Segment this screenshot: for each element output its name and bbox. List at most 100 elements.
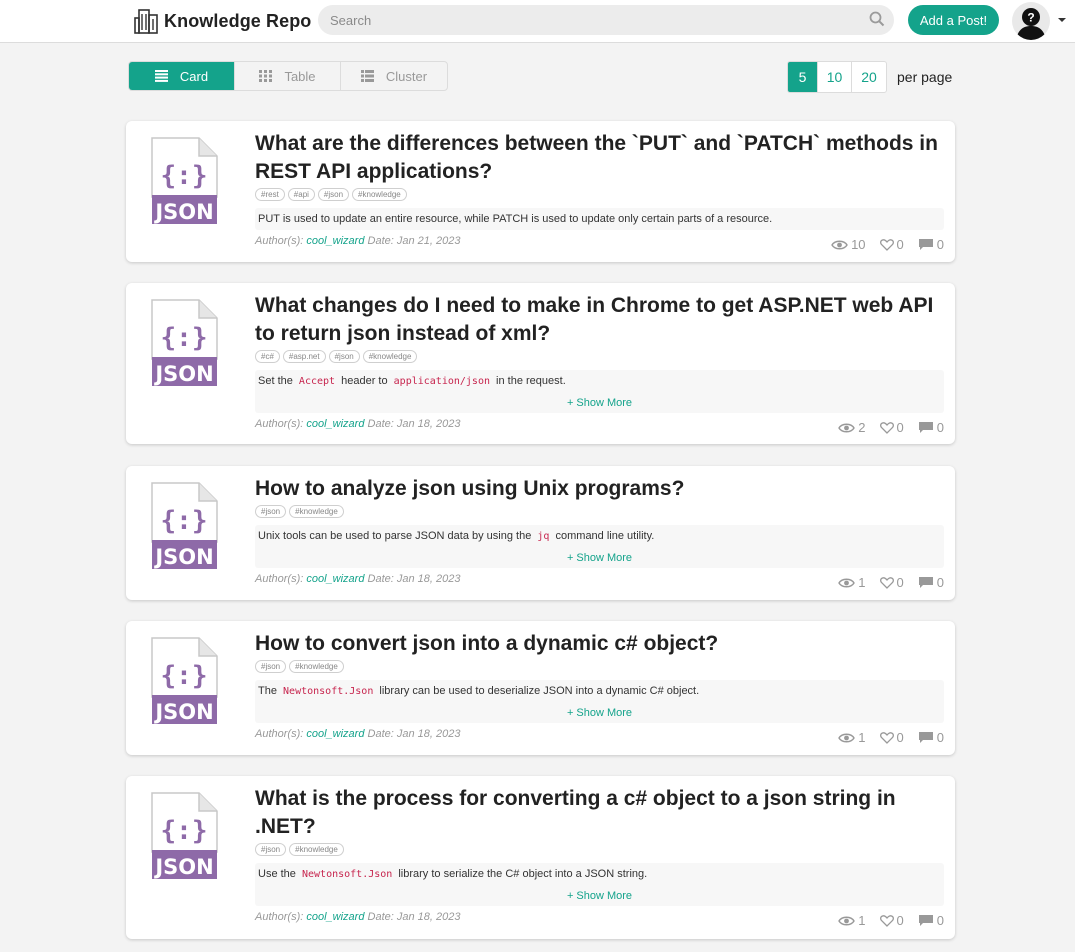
tag-chip[interactable]: #json <box>255 505 287 518</box>
per-page-options: 5 10 20 <box>787 61 887 93</box>
post-date: Date: Jan 18, 2023 <box>367 911 461 923</box>
author-link[interactable]: cool_wizard <box>306 728 364 740</box>
view-table-button[interactable]: Table <box>235 62 341 90</box>
post-stats: 1 0 0 <box>824 913 944 928</box>
top-navbar: Knowledge Repo Add a Post! ? <box>0 0 1075 43</box>
views-count: 1 <box>858 730 866 745</box>
per-page-5-button[interactable]: 5 <box>788 62 818 92</box>
post-date: Date: Jan 18, 2023 <box>367 573 461 585</box>
search-icon[interactable] <box>869 11 885 27</box>
show-more-link[interactable]: + Show More <box>255 890 944 902</box>
show-more-link[interactable]: + Show More <box>255 707 944 719</box>
tag-chip[interactable]: #api <box>287 188 315 201</box>
tag-chip[interactable]: #knowledge <box>289 505 344 518</box>
comments-stat[interactable]: 0 <box>918 730 944 745</box>
eye-icon <box>838 733 856 742</box>
post-thumbnail[interactable]: {:} JSON <box>151 299 219 387</box>
views-stat: 1 <box>838 575 866 590</box>
json-file-icon: {:} JSON <box>151 792 218 879</box>
tag-chip[interactable]: #knowledge <box>289 843 344 856</box>
author-label: Author(s): <box>255 728 304 740</box>
views-count: 1 <box>858 913 866 928</box>
tag-chip[interactable]: #c# <box>255 350 280 363</box>
comment-icon <box>918 577 933 588</box>
comments-stat[interactable]: 0 <box>918 913 944 928</box>
author-label: Author(s): <box>255 418 304 430</box>
json-file-icon: {:} JSON <box>151 299 218 386</box>
likes-count: 0 <box>896 237 904 252</box>
post-stats: 1 0 0 <box>824 730 944 745</box>
add-post-button[interactable]: Add a Post! <box>908 5 999 35</box>
per-page-20-button[interactable]: 20 <box>852 62 886 92</box>
author-link[interactable]: cool_wizard <box>306 235 364 247</box>
comment-icon <box>918 239 933 250</box>
chevron-down-icon[interactable] <box>1057 16 1067 24</box>
view-table-label: Table <box>284 68 316 84</box>
likes-stat[interactable]: 0 <box>879 420 904 435</box>
author-link[interactable]: cool_wizard <box>306 573 364 585</box>
post-thumbnail[interactable]: {:} JSON <box>151 792 219 880</box>
view-cluster-label: Cluster <box>385 68 428 84</box>
post-thumbnail[interactable]: {:} JSON <box>151 637 219 725</box>
inline-code: Newtonsoft.Json <box>301 869 393 880</box>
comments-count: 0 <box>936 730 944 745</box>
avatar[interactable]: ? <box>1012 2 1050 40</box>
eye-icon <box>831 240 848 249</box>
tag-list: #c# #asp.net #json #knowledge <box>255 350 418 363</box>
post-meta: Author(s): cool_wizard Date: Jan 21, 202… <box>255 235 460 247</box>
view-card-button[interactable]: Card <box>129 62 235 90</box>
tag-chip[interactable]: #knowledge <box>289 660 344 673</box>
svg-text:JSON: JSON <box>153 855 213 879</box>
likes-count: 0 <box>896 730 904 745</box>
author-label: Author(s): <box>255 573 304 585</box>
post-thumbnail[interactable]: {:} JSON <box>151 137 219 225</box>
tag-chip[interactable]: #json <box>328 350 360 363</box>
post-title[interactable]: What changes do I need to make in Chrome… <box>255 292 945 348</box>
likes-stat[interactable]: 0 <box>879 237 904 252</box>
per-page-10-button[interactable]: 10 <box>818 62 852 92</box>
post-thumbnail[interactable]: {:} JSON <box>151 482 219 570</box>
comments-stat[interactable]: 0 <box>918 575 944 590</box>
tag-chip[interactable]: #json <box>255 660 287 673</box>
tag-chip[interactable]: #knowledge <box>362 350 418 363</box>
likes-stat[interactable]: 0 <box>879 730 904 745</box>
tag-list: #rest #api #json #knowledge <box>255 188 407 201</box>
post-card[interactable]: {:} JSON How to analyze json using Unix … <box>126 466 955 600</box>
tag-chip[interactable]: #rest <box>255 188 285 201</box>
comments-stat[interactable]: 0 <box>918 237 944 252</box>
likes-stat[interactable]: 0 <box>879 575 904 590</box>
post-card[interactable]: {:} JSON What changes do I need to make … <box>126 283 955 444</box>
svg-text:{:}: {:} <box>161 661 208 691</box>
tag-chip[interactable]: #json <box>255 843 287 856</box>
likes-stat[interactable]: 0 <box>879 913 904 928</box>
show-more-link[interactable]: + Show More <box>255 552 944 564</box>
post-stats: 1 0 0 <box>824 575 944 590</box>
comments-count: 0 <box>936 420 944 435</box>
likes-count: 0 <box>896 420 904 435</box>
show-more-link[interactable]: + Show More <box>255 397 944 409</box>
tag-chip[interactable]: #asp.net <box>282 350 326 363</box>
brand-name: Knowledge Repo <box>164 10 312 31</box>
views-count: 10 <box>851 237 866 252</box>
post-title[interactable]: How to convert json into a dynamic c# ob… <box>255 630 945 658</box>
tag-chip[interactable]: #json <box>317 188 350 201</box>
post-title[interactable]: What are the differences between the `PU… <box>255 130 945 186</box>
brand-logo[interactable]: Knowledge Repo <box>134 7 311 35</box>
author-link[interactable]: cool_wizard <box>306 911 364 923</box>
tag-chip[interactable]: #knowledge <box>352 188 407 201</box>
post-card[interactable]: {:} JSON What are the differences betwee… <box>126 121 955 262</box>
search-input[interactable] <box>318 5 894 35</box>
json-file-icon: {:} JSON <box>151 637 218 724</box>
comment-icon <box>918 732 933 743</box>
views-count: 1 <box>858 575 866 590</box>
comment-icon <box>918 422 933 433</box>
view-cluster-button[interactable]: Cluster <box>341 62 447 90</box>
svg-text:{:}: {:} <box>161 816 208 846</box>
comments-stat[interactable]: 0 <box>918 420 944 435</box>
author-link[interactable]: cool_wizard <box>306 418 364 430</box>
summary-text: Set the <box>258 375 293 387</box>
post-card[interactable]: {:} JSON What is the process for convert… <box>126 776 955 939</box>
post-title[interactable]: What is the process for converting a c# … <box>255 785 945 841</box>
post-title[interactable]: How to analyze json using Unix programs? <box>255 475 945 503</box>
post-card[interactable]: {:} JSON How to convert json into a dyna… <box>126 621 955 755</box>
